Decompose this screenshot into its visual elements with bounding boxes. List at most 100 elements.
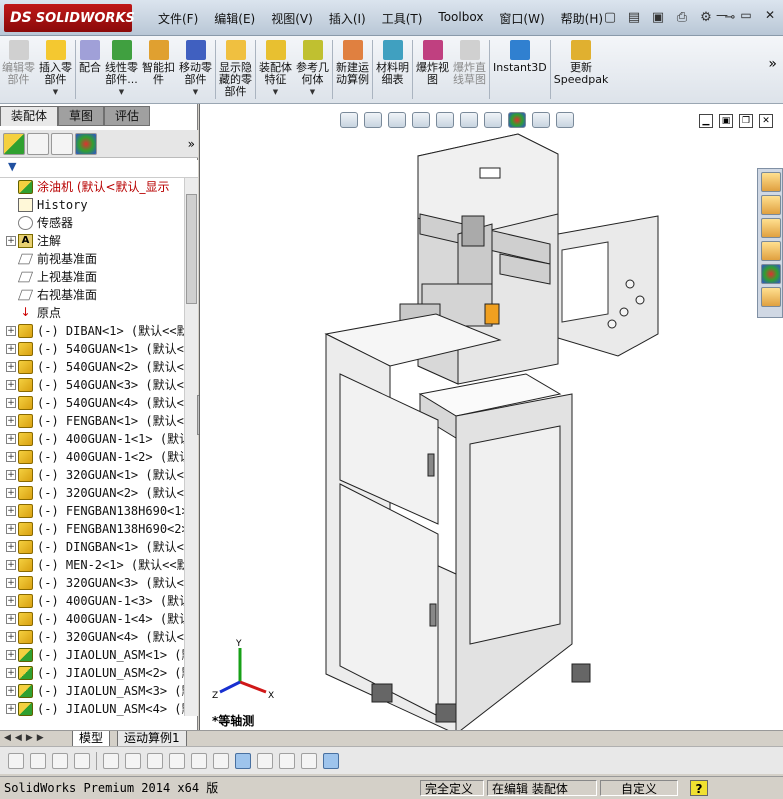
- cmd-show-hidden[interactable]: 显示隐 藏的零 部件: [217, 36, 254, 103]
- cmd-reference-geometry[interactable]: 参考几 何体 ▼: [294, 36, 331, 103]
- expand-icon[interactable]: +: [6, 596, 16, 606]
- cmd-mate[interactable]: 配合: [77, 36, 103, 103]
- expand-icon[interactable]: +: [6, 668, 16, 678]
- filter-row[interactable]: ▼: [0, 160, 198, 178]
- cmd-assembly-feature[interactable]: 装配体 特征 ▼: [257, 36, 294, 103]
- tab-model[interactable]: 模型: [72, 731, 111, 747]
- tree-item-component[interactable]: + (-) DINGBAN<1> (默认<<默: [0, 538, 184, 556]
- cmd-explode-line-sketch[interactable]: 爆炸直 线草图: [451, 36, 488, 103]
- assembly-model-render[interactable]: [200, 104, 783, 730]
- dropdown-arrow-icon[interactable]: ▼: [119, 86, 124, 98]
- tree-item-plane[interactable]: 右视基准面: [0, 286, 184, 304]
- view-palette-icon[interactable]: [761, 241, 781, 261]
- tree-item-plane[interactable]: 上视基准面: [0, 268, 184, 286]
- sketch-dimension-icon[interactable]: [125, 752, 141, 769]
- expand-icon[interactable]: +: [6, 506, 16, 516]
- help-icon[interactable]: ?: [690, 780, 708, 796]
- tree-item-component[interactable]: + (-) 400GUAN-1<2> (默认<<: [0, 448, 184, 466]
- tree-item-component[interactable]: + (-) FENGBAN<1> (默认<<默: [0, 412, 184, 430]
- unit-system[interactable]: 自定义: [600, 780, 678, 796]
- tree-item-annotation[interactable]: + A 注解: [0, 232, 184, 250]
- restore-icon[interactable]: ▭: [737, 8, 755, 24]
- tree-item-component[interactable]: + (-) JIAOLUN_ASM<3> (默认: [0, 682, 184, 700]
- sketch-point-icon[interactable]: [169, 752, 185, 769]
- toggle-filter-icon[interactable]: [8, 752, 24, 769]
- expand-icon[interactable]: +: [6, 524, 16, 534]
- open-icon[interactable]: ▤: [624, 8, 644, 26]
- filter-icon[interactable]: ▼: [8, 160, 16, 173]
- appearances-icon[interactable]: [761, 264, 781, 284]
- tree-item-plane[interactable]: 前视基准面: [0, 250, 184, 268]
- cmd-smart-fasteners[interactable]: 智能扣 件: [140, 36, 177, 103]
- display-manager-icon[interactable]: [75, 133, 97, 155]
- design-library-icon[interactable]: [761, 195, 781, 215]
- tree-scrollbar[interactable]: [184, 178, 198, 716]
- tab-sketch[interactable]: 草图: [58, 106, 105, 126]
- expand-icon[interactable]: +: [6, 470, 16, 480]
- solidworks-resources-icon[interactable]: [761, 172, 781, 192]
- tree-item-component[interactable]: + (-) 320GUAN<1> (默认<<默: [0, 466, 184, 484]
- expand-icon[interactable]: +: [6, 578, 16, 588]
- tree-item-component[interactable]: + (-) 540GUAN<3> (默认<<默: [0, 376, 184, 394]
- filter-component-icon[interactable]: [235, 752, 251, 769]
- tree-item-component[interactable]: + (-) 320GUAN<2> (默认<<默: [0, 484, 184, 502]
- tree-scroll-thumb[interactable]: [186, 194, 197, 304]
- tree-item-component[interactable]: + (-) 540GUAN<2> (默认<<默: [0, 358, 184, 376]
- expand-icon[interactable]: +: [6, 650, 16, 660]
- tree-item-component[interactable]: + (-) FENGBAN138H690<2> (: [0, 520, 184, 538]
- tree-item-component[interactable]: + (-) JIAOLUN_ASM<2> (默认: [0, 664, 184, 682]
- expand-icon[interactable]: +: [6, 488, 16, 498]
- tree-item-component[interactable]: + (-) JIAOLUN_ASM<4> (默认: [0, 700, 184, 716]
- expand-icon[interactable]: +: [6, 326, 16, 336]
- more-tabs-icon[interactable]: »: [188, 133, 195, 154]
- tree-item-component[interactable]: + (-) DIBAN<1> (默认<<默认: [0, 322, 184, 340]
- sketch-relation-icon[interactable]: [147, 752, 163, 769]
- expand-icon[interactable]: +: [6, 560, 16, 570]
- tree-root-assembly[interactable]: 涂油机 (默认<默认_显示: [0, 178, 184, 196]
- cmd-new-motion-study[interactable]: 新建运 动算例: [334, 36, 371, 103]
- menu-item[interactable]: 视图(V): [263, 10, 321, 27]
- cmd-move-component[interactable]: 移动零 部件 ▼: [177, 36, 214, 103]
- expand-icon[interactable]: +: [6, 632, 16, 642]
- expand-icon[interactable]: +: [6, 416, 16, 426]
- tree-item-component[interactable]: + (-) 320GUAN<4> (默认<<默: [0, 628, 184, 646]
- cmd-insert-component[interactable]: 插入零 部件 ▼: [37, 36, 74, 103]
- sketch-center-icon[interactable]: [191, 752, 207, 769]
- filter-vertex-icon[interactable]: [30, 752, 46, 769]
- solidworks-logo[interactable]: DS SOLIDWORKS: [4, 4, 135, 32]
- feature-manager-icon[interactable]: [3, 133, 25, 155]
- expand-icon[interactable]: +: [6, 614, 16, 624]
- dropdown-arrow-icon[interactable]: ▼: [310, 86, 315, 98]
- menu-item[interactable]: 窗口(W): [491, 10, 552, 27]
- custom-properties-icon[interactable]: [761, 287, 781, 307]
- expand-icon[interactable]: +: [6, 542, 16, 552]
- new-document-icon[interactable]: ▢: [600, 8, 620, 26]
- expand-icon[interactable]: +: [6, 398, 16, 408]
- expand-icon[interactable]: +: [6, 236, 16, 246]
- expand-icon[interactable]: +: [6, 434, 16, 444]
- menu-item[interactable]: 文件(F): [150, 10, 206, 27]
- dropdown-arrow-icon[interactable]: ▼: [273, 86, 278, 98]
- tree-item-component[interactable]: + (-) 540GUAN<4> (默认<<默: [0, 394, 184, 412]
- tab-nav-arrows[interactable]: ◀◀▶▶: [4, 733, 48, 743]
- tree-item-component[interactable]: + (-) 540GUAN<1> (默认<<默: [0, 340, 184, 358]
- expand-icon[interactable]: +: [6, 452, 16, 462]
- tree-item-component[interactable]: + (-) MEN-2<1> (默认<<默认: [0, 556, 184, 574]
- minimize-icon[interactable]: —: [713, 8, 731, 24]
- filter-plane-icon[interactable]: [279, 752, 295, 769]
- expand-icon[interactable]: +: [6, 704, 16, 714]
- graphics-viewport[interactable]: ▁ ▣ ❐ ✕ Y X Z *等轴测: [199, 104, 783, 730]
- expand-icon[interactable]: +: [6, 344, 16, 354]
- tree-item-component[interactable]: + (-) 400GUAN-1<3> (默认<<: [0, 592, 184, 610]
- menu-item[interactable]: 插入(I): [321, 10, 374, 27]
- tree-item-sensor[interactable]: 传感器: [0, 214, 184, 232]
- expand-icon[interactable]: +: [6, 686, 16, 696]
- tree-item-history[interactable]: History: [0, 196, 184, 214]
- cmd-bom[interactable]: 材料明 细表: [374, 36, 411, 103]
- tab-evaluate[interactable]: 评估: [104, 106, 151, 126]
- print-icon[interactable]: ⎙: [672, 8, 692, 26]
- tree-item-component[interactable]: + (-) JIAOLUN_ASM<1> (默认: [0, 646, 184, 664]
- filter-edge-icon[interactable]: [52, 752, 68, 769]
- expand-icon[interactable]: +: [6, 362, 16, 372]
- cmd-instant3d[interactable]: Instant3D: [491, 36, 549, 103]
